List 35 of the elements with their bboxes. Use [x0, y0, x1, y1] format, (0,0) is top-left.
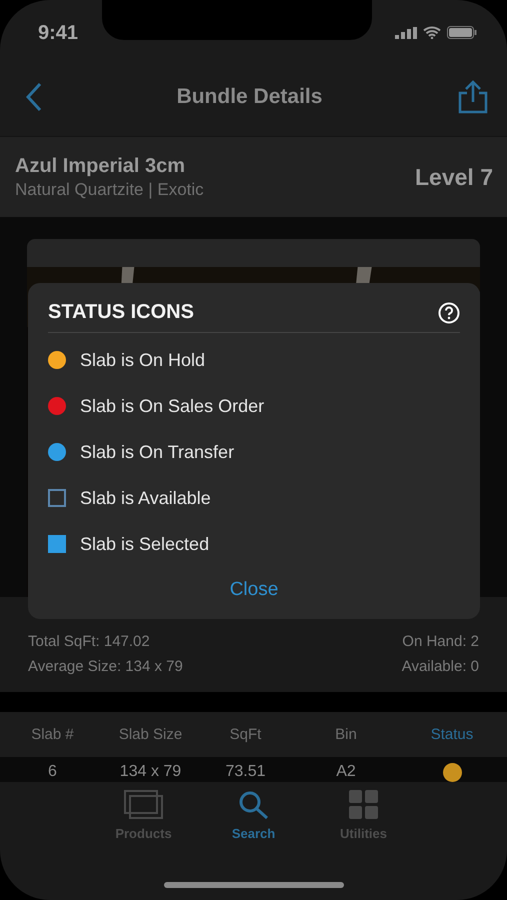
signal-icon — [395, 26, 417, 38]
battery-icon — [447, 26, 477, 39]
summary-text: Total SqFt: 147.02 — [28, 633, 151, 650]
dialog-title: STATUS ICONS — [48, 301, 194, 324]
grid-icon — [348, 790, 380, 820]
table-cell-text: A2 — [335, 762, 357, 782]
product-subtitle: Natural Quartzite | Exotic — [15, 180, 204, 200]
column-header[interactable]: Bin — [295, 726, 397, 743]
table-cell-text: 73.51 — [224, 762, 267, 782]
product-name: Azul Imperial 3cm — [15, 154, 186, 178]
legend-label: Slab is On Transfer — [80, 442, 234, 462]
column-header[interactable]: Slab Size — [105, 726, 196, 743]
legend-label: Slab is On Hold — [80, 350, 206, 370]
screen-title: Bundle Details — [176, 85, 322, 109]
summary-text: Available: 0 — [402, 658, 479, 675]
close-button[interactable]: Close — [220, 575, 288, 605]
status-time: 9:41 — [38, 22, 78, 45]
legend-label: Slab is On Sales Order — [80, 396, 264, 416]
tab-item[interactable]: Search — [218, 790, 288, 841]
legend-label: Slab is Available — [80, 488, 211, 508]
level-label: Level 7 — [415, 164, 493, 190]
column-header[interactable]: SqFt — [196, 726, 295, 743]
summary-text: On Hand: 2 — [402, 633, 479, 650]
table-cell-text: 6 — [47, 762, 58, 782]
help-icon[interactable] — [438, 302, 460, 324]
legend-label: Slab is Selected — [80, 534, 210, 554]
column-header[interactable]: Slab # — [0, 726, 105, 743]
back-icon[interactable] — [26, 82, 42, 112]
search-icon — [238, 790, 270, 820]
slabs-icon — [124, 790, 164, 820]
wifi-icon — [423, 26, 441, 39]
column-header[interactable]: Status — [397, 726, 507, 743]
table-cell-text: 134 x 79 — [118, 762, 182, 782]
summary-text: Average Size: 134 x 79 — [28, 658, 183, 675]
share-icon[interactable] — [457, 80, 489, 114]
